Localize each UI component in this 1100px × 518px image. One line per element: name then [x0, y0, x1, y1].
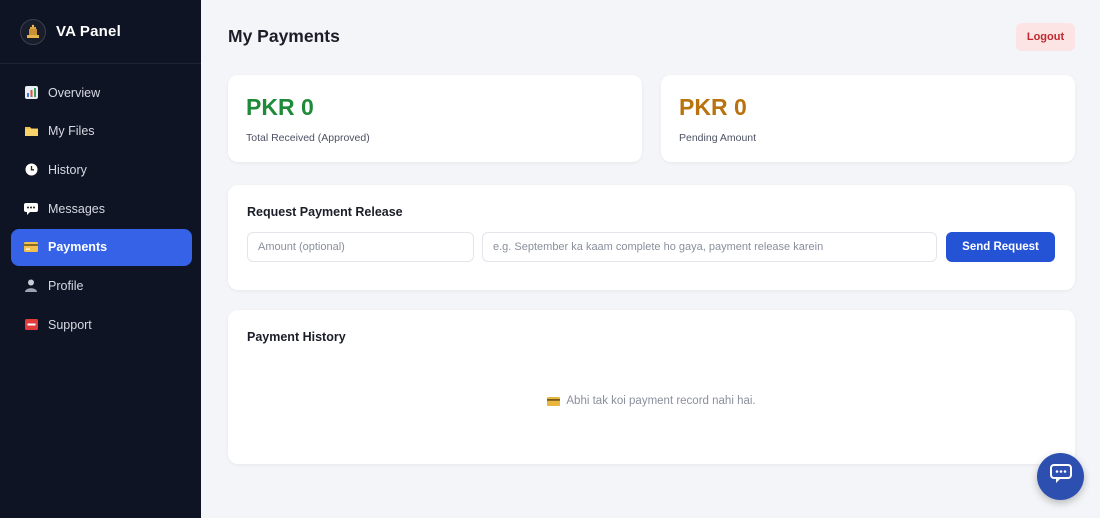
- logout-button[interactable]: Logout: [1016, 23, 1075, 51]
- amount-input[interactable]: [247, 232, 474, 262]
- sidebar-item-label: My Files: [48, 124, 95, 139]
- sidebar-item-overview[interactable]: Overview: [11, 74, 192, 111]
- sidebar-item-label: Profile: [48, 278, 84, 293]
- brand: VA Panel: [0, 0, 201, 64]
- pending-amount-value: PKR 0: [679, 94, 747, 120]
- request-payment-card: Request Payment Release Send Request: [228, 185, 1075, 290]
- user-icon: [24, 279, 38, 293]
- sidebar-item-label: Messages: [48, 201, 105, 216]
- history-section-title: Payment History: [247, 330, 346, 344]
- main-content: My Payments Logout PKR 0 Total Received …: [201, 0, 1100, 518]
- clock-icon: [24, 163, 38, 177]
- sidebar-item-my-files[interactable]: My Files: [11, 113, 192, 150]
- chat-bubble-icon: [24, 202, 38, 216]
- pending-amount-label: Pending Amount: [679, 132, 757, 144]
- total-received-value: PKR 0: [246, 94, 314, 120]
- brand-logo-icon: [20, 18, 46, 45]
- sidebar-item-label: Support: [48, 317, 92, 332]
- sidebar-item-payments[interactable]: Payments: [11, 228, 192, 266]
- credit-card-icon: [547, 396, 561, 406]
- sidebar-item-label: Payments: [48, 240, 108, 255]
- total-received-label: Total Received (Approved): [246, 132, 370, 144]
- bar-chart-icon: [24, 86, 38, 100]
- brand-title: VA Panel: [56, 23, 121, 40]
- sidebar-item-label: History: [48, 162, 87, 177]
- request-section-title: Request Payment Release: [247, 205, 403, 219]
- page-title: My Payments: [228, 26, 340, 46]
- sidebar-nav: Overview My Files History Messages Payme…: [0, 64, 201, 343]
- pending-amount-card: PKR 0 Pending Amount: [661, 75, 1075, 162]
- sidebar-item-messages[interactable]: Messages: [11, 190, 192, 227]
- credit-card-icon: [24, 240, 38, 254]
- send-request-button[interactable]: Send Request: [946, 232, 1055, 262]
- total-received-card: PKR 0 Total Received (Approved): [228, 75, 642, 162]
- folder-icon: [24, 124, 38, 138]
- chat-fab-button[interactable]: [1037, 453, 1084, 500]
- empty-state: Abhi tak koi payment record nahi hai.: [228, 395, 1075, 407]
- sidebar: VA Panel Overview My Files History Messa…: [0, 0, 201, 518]
- payment-history-card: Payment History Abhi tak koi payment rec…: [228, 310, 1075, 464]
- sos-icon: [24, 318, 38, 332]
- sidebar-item-history[interactable]: History: [11, 151, 192, 188]
- request-note-input[interactable]: [482, 232, 937, 262]
- empty-state-text: Abhi tak koi payment record nahi hai.: [566, 395, 756, 407]
- sidebar-item-label: Overview: [48, 85, 101, 100]
- sidebar-item-profile[interactable]: Profile: [11, 267, 192, 304]
- request-form: Send Request: [247, 232, 1055, 262]
- sidebar-item-support[interactable]: Support: [11, 306, 192, 343]
- chat-icon: [1049, 464, 1072, 489]
